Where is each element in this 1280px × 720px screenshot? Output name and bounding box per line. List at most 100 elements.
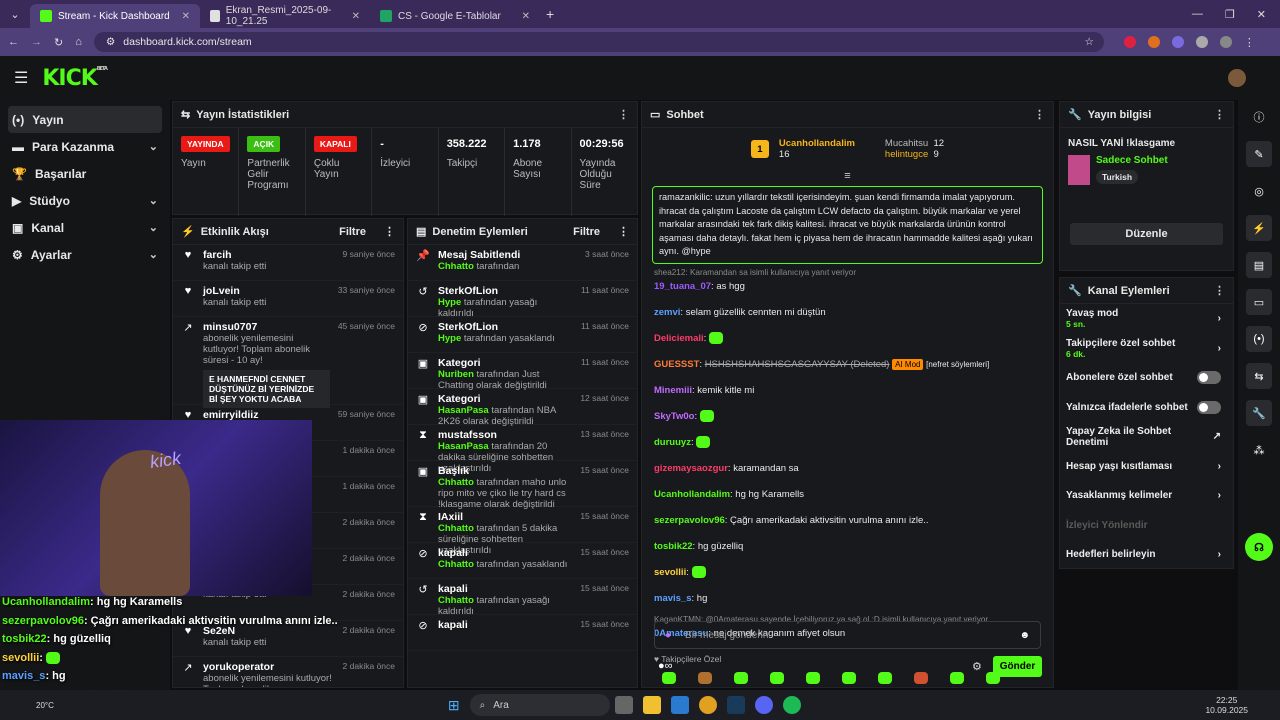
forward-icon[interactable]: → — [31, 36, 42, 48]
channel-action-item[interactable]: Abonelere özel sohbet — [1060, 363, 1233, 393]
browser-menu-icon[interactable]: ⋮ — [1244, 36, 1256, 49]
chat-username[interactable]: Ucanhollandalim — [654, 489, 730, 500]
close-tab-icon[interactable]: ✕ — [522, 11, 530, 22]
back-icon[interactable]: ← — [8, 36, 19, 48]
reply-context[interactable]: shea212: Karamandan sa isimli kullanıcıy… — [642, 268, 1053, 277]
url-field[interactable]: ⚙ dashboard.kick.com/stream ☆ — [93, 32, 1104, 52]
moderator-name[interactable]: Chhatto — [438, 595, 474, 606]
moderator-name[interactable]: Nuriben — [438, 369, 474, 380]
outlook-icon[interactable] — [670, 696, 689, 714]
channel-action-item[interactable]: Hedefleri belirleyin › — [1060, 540, 1233, 570]
screen-icon[interactable]: ◎ — [1246, 178, 1272, 204]
channel-action-item[interactable]: Yavaş mod 5 sn. › — [1060, 304, 1233, 334]
new-tab-button[interactable]: + — [546, 6, 554, 22]
leader-name[interactable]: Mucahitsu — [885, 138, 928, 149]
channel-action-item[interactable]: Yalnızca ifadelerle sohbet — [1060, 393, 1233, 423]
filter-button[interactable]: Filtre — [339, 226, 366, 238]
info-icon[interactable]: ⓘ — [1246, 104, 1272, 130]
chrome-icon[interactable] — [698, 696, 717, 714]
emote-icon[interactable] — [662, 671, 676, 684]
filter-button[interactable]: Filtre — [573, 226, 600, 238]
close-window-icon[interactable]: ✕ — [1257, 8, 1266, 21]
emote-icon[interactable] — [878, 671, 892, 684]
moderation-target[interactable]: kapali — [438, 547, 572, 559]
emoji-icon[interactable]: ☻ — [1019, 630, 1030, 641]
channel-action-item[interactable]: Takipçilere özel sohbet 6 dk. › — [1060, 334, 1233, 364]
emote-icon[interactable] — [914, 671, 928, 684]
emote-icon[interactable] — [698, 671, 712, 684]
toggle-switch[interactable] — [1197, 371, 1221, 385]
chat-username[interactable]: SkyTw0o — [654, 411, 694, 422]
more-options-icon[interactable]: ⋮ — [618, 108, 629, 121]
pinned-user[interactable]: ramazankilic — [659, 192, 710, 202]
edit-button[interactable]: Düzenle — [1070, 223, 1223, 245]
channel-action-item[interactable]: Yasaklanmış kelimeler › — [1060, 481, 1233, 511]
moderation-target[interactable]: mustafsson — [438, 429, 572, 441]
nav-item-kanal[interactable]: ▣ Kanal ⌄ — [8, 214, 162, 241]
pencil-icon[interactable]: ✎ — [1246, 141, 1272, 167]
chat-username[interactable]: Minemiii — [654, 385, 692, 396]
weather-widget[interactable]: 20°C — [36, 701, 54, 710]
site-info-icon[interactable]: ⚙ — [106, 36, 115, 48]
extensions-puzzle-icon[interactable] — [1195, 36, 1208, 48]
nav-item-ayarlar[interactable]: ⚙ Ayarlar ⌄ — [8, 241, 162, 268]
taskbar-search[interactable]: ⌕ Ara — [469, 694, 610, 716]
chat-username[interactable]: GUESSST — [654, 359, 699, 370]
moderator-name[interactable]: Chhatto — [438, 261, 474, 272]
reload-icon[interactable]: ↻ — [54, 36, 63, 49]
tab-list-button[interactable]: ⌄ — [0, 8, 30, 21]
extension-icon[interactable] — [1123, 36, 1136, 48]
channel-action-item[interactable]: Yapay Zeka ile Sohbet Denetimi ↗ — [1060, 422, 1233, 452]
moderation-target[interactable]: Kategori — [438, 357, 573, 369]
leader-name[interactable]: Ucanhollandalim — [779, 138, 855, 149]
browser-tab-sheets[interactable]: CS - Google E-Tablolar ✕ — [370, 4, 540, 28]
close-tab-icon[interactable]: ✕ — [182, 11, 190, 22]
moderation-target[interactable]: Başlık — [438, 465, 572, 477]
task-view-icon[interactable] — [614, 696, 633, 714]
chat-input[interactable]: ● Bir mesaj gönderin ☻ — [654, 621, 1041, 649]
nav-item-basarilar[interactable]: 🏆 Başarılar — [8, 160, 162, 187]
activity-username[interactable]: joLvein — [203, 285, 330, 297]
steam-icon[interactable] — [726, 696, 745, 714]
moderator-name[interactable]: HasanPasa — [438, 405, 489, 416]
channel-action-item[interactable]: Hesap yaşı kısıtlaması › — [1060, 452, 1233, 482]
kick-points-icon[interactable]: ●∞ — [658, 660, 673, 672]
hamburger-menu-icon[interactable]: ☰ — [14, 68, 28, 88]
moderator-name[interactable]: Hype — [438, 333, 461, 344]
nav-item-yayin[interactable]: (•) Yayın — [8, 106, 162, 133]
more-options-icon[interactable]: ⋮ — [618, 225, 629, 238]
apps-icon[interactable]: ⁂ — [1246, 437, 1272, 463]
moderation-target[interactable]: Mesaj Sabitlendi — [438, 249, 577, 261]
minimize-icon[interactable]: — — [1192, 8, 1203, 21]
discord-icon[interactable] — [754, 696, 773, 714]
moderator-name[interactable]: Chhatto — [438, 477, 474, 488]
emote-icon[interactable] — [950, 671, 964, 684]
taskbar-clock[interactable]: 22:25 10.09.2025 — [1205, 695, 1248, 715]
chat-username[interactable]: mavis_s — [654, 593, 692, 604]
chat-username[interactable]: zemvi — [654, 307, 680, 318]
chat-username[interactable]: 19_tuana_07 — [654, 281, 711, 292]
moderator-name[interactable]: HasanPasa — [438, 441, 489, 452]
browser-tab-kick[interactable]: Stream - Kick Dashboard ✕ — [30, 4, 200, 28]
document-icon[interactable]: ▤ — [1246, 252, 1272, 278]
profile-avatar-icon[interactable] — [1219, 36, 1232, 48]
chat-settings-icon[interactable]: ⚙ — [972, 660, 982, 673]
nav-item-para-kazanma[interactable]: ▬ Para Kazanma ⌄ — [8, 133, 162, 160]
more-options-icon[interactable]: ⋮ — [1034, 108, 1045, 121]
wrench-icon[interactable]: 🔧 — [1246, 400, 1272, 426]
extension-icon[interactable] — [1147, 36, 1160, 48]
browser-tab-image[interactable]: Ekran_Resmi_2025-09-10_21.25 ✕ — [200, 4, 370, 28]
category-name[interactable]: Sadece Sohbet — [1096, 155, 1168, 166]
microphone-icon[interactable]: ● — [665, 630, 671, 641]
activity-username[interactable]: yorukoperator — [203, 661, 335, 673]
moderation-target[interactable]: kapali — [438, 619, 572, 631]
category-thumbnail[interactable] — [1068, 155, 1090, 185]
stats-icon[interactable]: ⇆ — [1246, 363, 1272, 389]
broadcast-icon[interactable]: (•) — [1246, 326, 1272, 352]
chat-username[interactable]: sevollii — [654, 567, 686, 578]
moderator-name[interactable]: Chhatto — [438, 559, 474, 570]
more-options-icon[interactable]: ⋮ — [1214, 108, 1225, 121]
chat-username[interactable]: sezerpavolov96 — [654, 515, 725, 526]
emote-icon[interactable] — [770, 671, 784, 684]
spotify-icon[interactable] — [782, 696, 801, 714]
